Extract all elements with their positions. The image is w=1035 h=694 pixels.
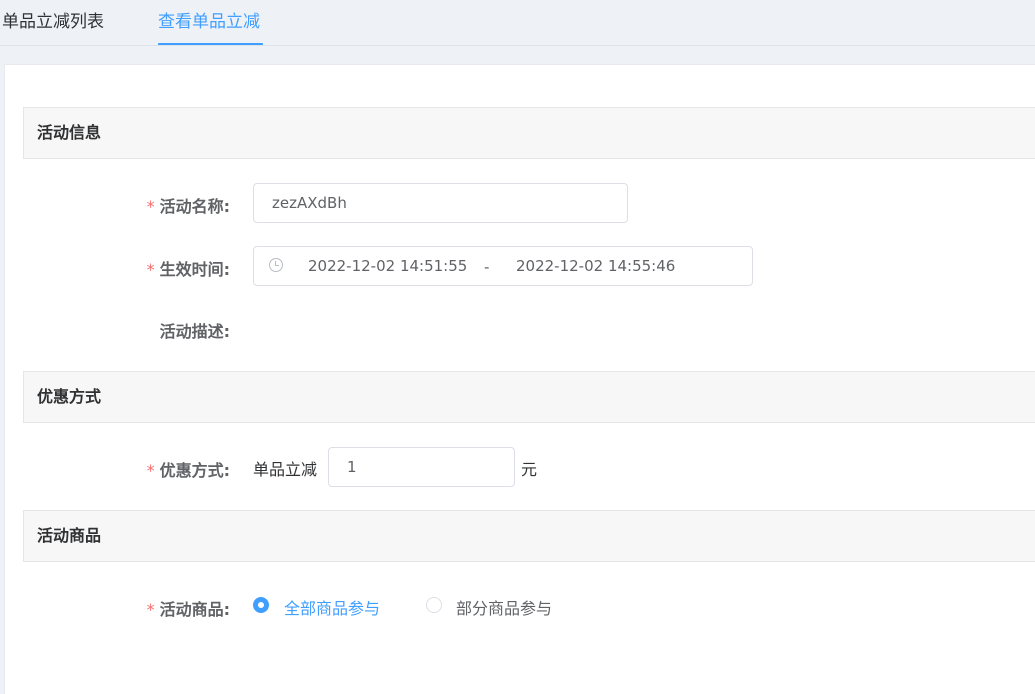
tab-view-discount[interactable]: 查看单品立减 (158, 11, 260, 33)
discount-method-label-text: 优惠方式: (159, 461, 230, 480)
tab-bar-divider (0, 45, 1035, 46)
required-mark: * (146, 600, 155, 619)
start-time-input[interactable]: 2022-12-02 14:51:55 (308, 247, 467, 285)
required-mark: * (146, 260, 155, 279)
discount-amount-input[interactable]: 1 (328, 447, 515, 487)
tab-discount-list[interactable]: 单品立减列表 (2, 11, 104, 33)
activity-name-input[interactable]: zezAXdBh (253, 183, 628, 223)
radio-all-goods[interactable] (253, 597, 269, 613)
radio-partial-goods[interactable] (426, 597, 442, 613)
required-mark: * (146, 197, 155, 216)
tab-bar: 单品立减列表 查看单品立减 (0, 0, 1035, 46)
section-header-activity-info: 活动信息 (23, 107, 1035, 159)
activity-name-label-text: 活动名称: (159, 197, 230, 216)
discount-prefix-text: 单品立减 (253, 460, 318, 479)
required-mark: * (146, 461, 155, 480)
radio-partial-goods-label[interactable]: 部分商品参与 (456, 595, 552, 619)
discount-method-label: * 优惠方式: (0, 457, 230, 481)
radio-all-goods-label[interactable]: 全部商品参与 (284, 595, 380, 619)
currency-unit-text: 元 (521, 460, 538, 479)
activity-description-label: 活动描述: (159, 322, 230, 341)
end-time-input[interactable]: 2022-12-02 14:55:46 (516, 247, 675, 285)
effective-time-label: * 生效时间: (0, 256, 230, 280)
activity-name-label: * 活动名称: (0, 193, 230, 217)
activity-goods-label: * 活动商品: (0, 596, 230, 620)
effective-time-range-picker[interactable]: 2022-12-02 14:51:55 - 2022-12-02 14:55:4… (253, 246, 753, 286)
section-header-discount-method: 优惠方式 (23, 371, 1035, 423)
clock-icon (269, 258, 283, 272)
section-header-activity-goods: 活动商品 (23, 510, 1035, 562)
range-separator: - (484, 258, 490, 276)
activity-goods-label-text: 活动商品: (159, 600, 230, 619)
effective-time-label-text: 生效时间: (159, 260, 230, 279)
